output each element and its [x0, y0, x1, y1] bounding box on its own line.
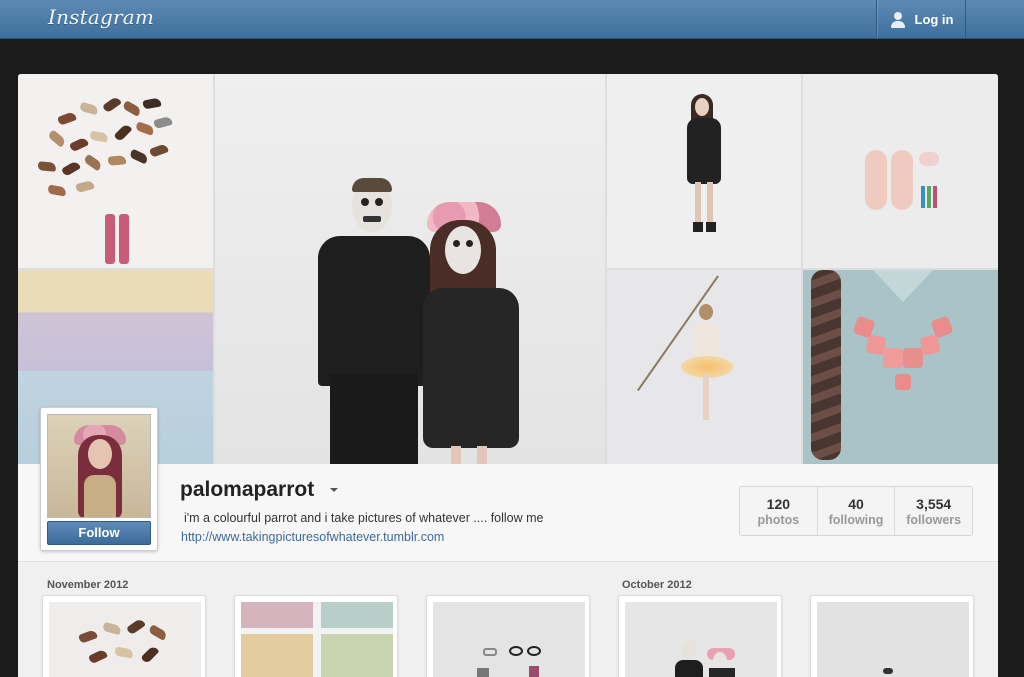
mosaic-photo-collar-necklace[interactable]	[803, 270, 998, 464]
stat-photos[interactable]: 120 photos	[740, 487, 818, 535]
stat-photos-label: photos	[757, 513, 800, 527]
profile-website-link[interactable]: http://www.takingpicturesofwhatever.tumb…	[181, 530, 444, 544]
month-heading: November 2012	[47, 579, 129, 591]
feed-photo[interactable]	[234, 595, 398, 677]
stat-photos-count: 120	[766, 496, 791, 512]
mosaic-photo-ballerina[interactable]	[607, 270, 801, 464]
stat-following[interactable]: 40 following	[818, 487, 896, 535]
mosaic-photo-couple[interactable]	[215, 74, 605, 464]
top-navigation-bar: Instagram Log in	[0, 0, 1024, 39]
login-button[interactable]: Log in	[876, 0, 966, 39]
profile-bio: i'm a colourful parrot and i take pictur…	[184, 511, 544, 525]
mosaic-photo-girl-standing[interactable]	[607, 74, 801, 268]
stat-followers-label: followers	[906, 513, 962, 527]
profile-username: palomaparrot	[180, 478, 315, 501]
chevron-down-icon[interactable]	[330, 488, 338, 492]
feed-photo[interactable]	[426, 595, 590, 677]
featured-photo-mosaic	[18, 74, 998, 464]
feed-photo[interactable]	[618, 595, 782, 677]
avatar-card: Follow	[40, 407, 158, 551]
profile-avatar[interactable]	[47, 414, 151, 518]
follow-button[interactable]: Follow	[47, 521, 151, 545]
login-label: Log in	[914, 12, 954, 27]
feed-photo[interactable]	[810, 595, 974, 677]
mosaic-photo-ballet-slippers[interactable]	[803, 74, 998, 268]
instagram-logo[interactable]: Instagram	[48, 5, 154, 29]
mosaic-photo-shoes[interactable]	[18, 74, 213, 268]
profile-panel: Follow palomaparrot i'm a colourful parr…	[18, 74, 998, 677]
stat-following-label: following	[828, 513, 884, 527]
stat-following-count: 40	[848, 496, 864, 512]
month-heading: October 2012	[622, 579, 692, 591]
feed-photo[interactable]	[42, 595, 206, 677]
profile-stats: 120 photos 40 following 3,554 followers	[739, 486, 973, 536]
stat-followers[interactable]: 3,554 followers	[895, 487, 972, 535]
user-icon	[889, 11, 907, 29]
stat-followers-count: 3,554	[916, 496, 952, 512]
